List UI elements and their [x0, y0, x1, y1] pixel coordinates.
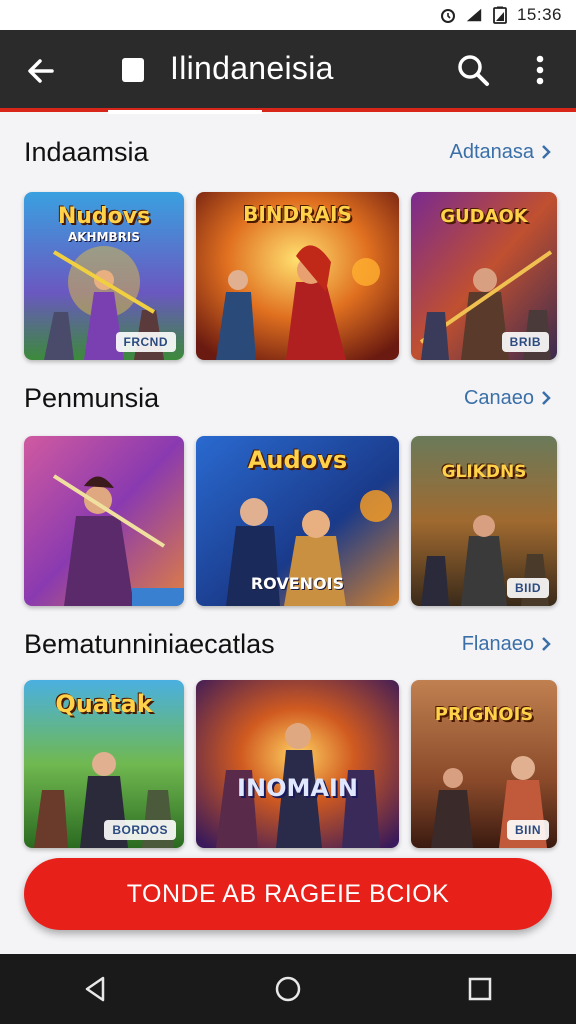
system-nav-bar [0, 954, 576, 1024]
chevron-right-icon [542, 637, 551, 651]
see-more-label: Adtanasa [449, 140, 534, 163]
game-card[interactable]: Audovs ROVENOIS [196, 436, 399, 606]
nav-home-icon[interactable] [271, 972, 305, 1006]
app-bar-divider [0, 108, 576, 112]
status-time: 15:36 [516, 5, 562, 24]
card-title: GUDAOK [440, 206, 528, 227]
card-badge: BRIB [501, 332, 549, 352]
see-more-link[interactable]: Flanaeo [462, 633, 552, 656]
game-card[interactable]: BINDRAIS [196, 192, 399, 360]
nav-recents-icon[interactable] [463, 972, 497, 1006]
card-title: Audovs [247, 446, 348, 474]
section-title: Penmunsia [24, 382, 160, 413]
card-badge: BIIN [507, 820, 549, 840]
chevron-right-icon [542, 145, 551, 159]
more-vert-icon[interactable] [528, 52, 552, 88]
see-more-link[interactable]: Adtanasa [449, 141, 552, 164]
back-arrow-icon[interactable] [22, 52, 60, 90]
see-more-label: Flanaeo [461, 632, 534, 655]
card-title: PRIGNOIS [434, 704, 534, 725]
card-title: Nudovs [57, 204, 151, 229]
card-title: GLIKDNS [441, 462, 527, 482]
game-card[interactable]: Nudovs AKHMBRIS FRCND [24, 192, 184, 360]
content-area: Indaamsia Adtanasa Nudovs AKHMBRIS FRCND [0, 114, 576, 954]
page-title: Ilindaneisia [170, 50, 334, 86]
section-title: Bematunniniaecatlas [24, 628, 275, 659]
status-bar: 15:36 [0, 0, 576, 30]
card-subtitle: ROVENOIS [250, 574, 345, 593]
search-icon[interactable] [455, 52, 491, 88]
card-badge: FRCND [115, 332, 176, 352]
section-title: Indaamsia [24, 136, 149, 167]
app-bar: Ilindaneisia [0, 30, 576, 110]
cta-button[interactable]: TONDE AB RAGEIE BCIOK [24, 858, 552, 930]
game-card[interactable]: INOMAIN [196, 680, 399, 848]
signal-icon [465, 6, 483, 24]
card-badge: BORDOS [104, 820, 176, 840]
see-more-link[interactable]: Canaeo [464, 387, 552, 410]
game-card[interactable]: PRIGNOIS BIIN [411, 680, 557, 848]
see-more-label: Canaeo [463, 386, 534, 409]
card-title: Quatak [55, 690, 153, 718]
section-header: Indaamsia Adtanasa [24, 134, 552, 170]
app-logo-icon [122, 58, 144, 82]
card-title: BINDRAIS [243, 202, 352, 226]
battery-icon [491, 6, 509, 24]
section-header: Penmunsia Canaeo [24, 380, 552, 416]
alarm-icon [439, 6, 457, 24]
card-title: INOMAIN [237, 774, 358, 802]
section-header: Bematunniniaecatlas Flanaeo [24, 626, 552, 662]
nav-back-icon[interactable] [79, 972, 113, 1006]
game-card[interactable]: GLIKDNS BIID [411, 436, 557, 606]
game-card[interactable] [24, 436, 184, 606]
card-badge: BIID [507, 578, 549, 598]
game-card[interactable]: GUDAOK BRIB [411, 192, 557, 360]
game-card[interactable]: Quatak BORDOS [24, 680, 184, 848]
card-subtitle: AKHMBRIS [67, 230, 141, 244]
screen: 15:36 Ilindaneisia Indaamsia Adtanasa Nu… [0, 0, 576, 1024]
cta-label: TONDE AB RAGEIE BCIOK [126, 879, 450, 908]
chevron-right-icon [542, 391, 551, 405]
